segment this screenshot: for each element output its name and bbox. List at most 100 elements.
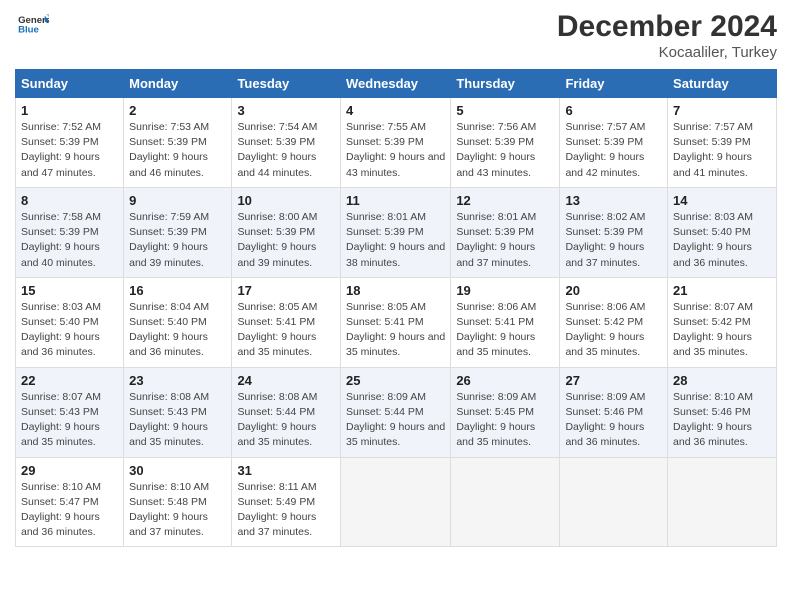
calendar-cell: 11 Sunrise: 8:01 AMSunset: 5:39 PMDayligh… <box>340 187 450 277</box>
logo: General Blue <box>15 10 49 47</box>
calendar-cell <box>340 457 450 547</box>
day-info: Sunrise: 8:11 AMSunset: 5:49 PMDaylight:… <box>237 480 335 541</box>
day-info: Sunrise: 8:03 AMSunset: 5:40 PMDaylight:… <box>673 210 771 271</box>
day-info: Sunrise: 7:57 AMSunset: 5:39 PMDaylight:… <box>565 120 662 181</box>
day-info: Sunrise: 8:07 AMSunset: 5:43 PMDaylight:… <box>21 390 118 451</box>
day-number: 4 <box>346 103 445 118</box>
col-header-thursday: Thursday <box>451 70 560 98</box>
day-number: 12 <box>456 193 554 208</box>
day-info: Sunrise: 8:01 AMSunset: 5:39 PMDaylight:… <box>456 210 554 271</box>
day-info: Sunrise: 8:06 AMSunset: 5:42 PMDaylight:… <box>565 300 662 361</box>
calendar-cell: 18Sunrise: 8:05 AMSunset: 5:41 PMDayligh… <box>340 277 450 367</box>
col-header-friday: Friday <box>560 70 668 98</box>
calendar-cell: 29 Sunrise: 8:10 AMSunset: 5:47 PMDayligh… <box>16 457 124 547</box>
day-info: Sunrise: 8:09 AMSunset: 5:44 PMDaylight:… <box>346 390 445 451</box>
day-info: Sunrise: 8:00 AMSunset: 5:39 PMDaylight:… <box>237 210 335 271</box>
day-info: Sunrise: 8:03 AMSunset: 5:40 PMDaylight:… <box>21 300 118 361</box>
day-info: Sunrise: 8:01 AMSunset: 5:39 PMDaylight:… <box>346 210 445 271</box>
day-number: 15 <box>21 283 118 298</box>
calendar-cell: 22 Sunrise: 8:07 AMSunset: 5:43 PMDayligh… <box>16 367 124 457</box>
day-info: Sunrise: 8:08 AMSunset: 5:43 PMDaylight:… <box>129 390 226 451</box>
col-header-tuesday: Tuesday <box>232 70 341 98</box>
calendar-week-row: 29 Sunrise: 8:10 AMSunset: 5:47 PMDayligh… <box>16 457 777 547</box>
day-info: Sunrise: 8:09 AMSunset: 5:45 PMDaylight:… <box>456 390 554 451</box>
day-number: 10 <box>237 193 335 208</box>
svg-text:Blue: Blue <box>18 25 39 36</box>
calendar-cell: 28 Sunrise: 8:10 AMSunset: 5:46 PMDayligh… <box>668 367 777 457</box>
calendar-cell: 30 Sunrise: 8:10 AMSunset: 5:48 PMDayligh… <box>124 457 232 547</box>
day-number: 6 <box>565 103 662 118</box>
day-info: Sunrise: 8:04 AMSunset: 5:40 PMDaylight:… <box>129 300 226 361</box>
day-info: Sunrise: 7:52 AMSunset: 5:39 PMDaylight:… <box>21 120 118 181</box>
calendar-cell: 8 Sunrise: 7:58 AMSunset: 5:39 PMDaylight… <box>16 187 124 277</box>
day-info: Sunrise: 8:10 AMSunset: 5:48 PMDaylight:… <box>129 480 226 541</box>
calendar-cell: 12 Sunrise: 8:01 AMSunset: 5:39 PMDayligh… <box>451 187 560 277</box>
day-number: 27 <box>565 373 662 388</box>
day-info: Sunrise: 8:10 AMSunset: 5:46 PMDaylight:… <box>673 390 771 451</box>
day-number: 21 <box>673 283 771 298</box>
calendar-cell: 16 Sunrise: 8:04 AMSunset: 5:40 PMDayligh… <box>124 277 232 367</box>
calendar-table: SundayMondayTuesdayWednesdayThursdayFrid… <box>15 69 777 547</box>
day-number: 13 <box>565 193 662 208</box>
calendar-cell: 17Sunrise: 8:05 AMSunset: 5:41 PMDayligh… <box>232 277 341 367</box>
day-info: Sunrise: 8:05 AMSunset: 5:41 PMDaylight:… <box>346 300 445 361</box>
location-subtitle: Kocaaliler, Turkey <box>557 44 777 61</box>
day-info: Sunrise: 7:59 AMSunset: 5:39 PMDaylight:… <box>129 210 226 271</box>
day-info: Sunrise: 8:10 AMSunset: 5:47 PMDaylight:… <box>21 480 118 541</box>
calendar-cell: 20 Sunrise: 8:06 AMSunset: 5:42 PMDayligh… <box>560 277 668 367</box>
calendar-week-row: 8 Sunrise: 7:58 AMSunset: 5:39 PMDaylight… <box>16 187 777 277</box>
calendar-cell <box>668 457 777 547</box>
calendar-cell: 24Sunrise: 8:08 AMSunset: 5:44 PMDayligh… <box>232 367 341 457</box>
calendar-cell: 14Sunrise: 8:03 AMSunset: 5:40 PMDayligh… <box>668 187 777 277</box>
day-number: 8 <box>21 193 118 208</box>
day-number: 31 <box>237 463 335 478</box>
calendar-week-row: 22 Sunrise: 8:07 AMSunset: 5:43 PMDayligh… <box>16 367 777 457</box>
day-number: 3 <box>237 103 335 118</box>
calendar-cell: 2Sunrise: 7:53 AMSunset: 5:39 PMDaylight… <box>124 98 232 188</box>
calendar-cell: 19Sunrise: 8:06 AMSunset: 5:41 PMDayligh… <box>451 277 560 367</box>
day-info: Sunrise: 7:56 AMSunset: 5:39 PMDaylight:… <box>456 120 554 181</box>
calendar-cell: 26Sunrise: 8:09 AMSunset: 5:45 PMDayligh… <box>451 367 560 457</box>
calendar-header: SundayMondayTuesdayWednesdayThursdayFrid… <box>16 70 777 98</box>
calendar-cell: 10 Sunrise: 8:00 AMSunset: 5:39 PMDayligh… <box>232 187 341 277</box>
calendar-week-row: 15 Sunrise: 8:03 AMSunset: 5:40 PMDayligh… <box>16 277 777 367</box>
day-number: 23 <box>129 373 226 388</box>
day-number: 2 <box>129 103 226 118</box>
day-info: Sunrise: 8:05 AMSunset: 5:41 PMDaylight:… <box>237 300 335 361</box>
day-number: 30 <box>129 463 226 478</box>
day-number: 11 <box>346 193 445 208</box>
col-header-saturday: Saturday <box>668 70 777 98</box>
calendar-cell: 6 Sunrise: 7:57 AMSunset: 5:39 PMDaylight… <box>560 98 668 188</box>
day-info: Sunrise: 7:57 AMSunset: 5:39 PMDaylight:… <box>673 120 771 181</box>
day-info: Sunrise: 8:09 AMSunset: 5:46 PMDaylight:… <box>565 390 662 451</box>
day-number: 20 <box>565 283 662 298</box>
calendar-cell <box>451 457 560 547</box>
day-info: Sunrise: 8:02 AMSunset: 5:39 PMDaylight:… <box>565 210 662 271</box>
day-number: 7 <box>673 103 771 118</box>
calendar-week-row: 1Sunrise: 7:52 AMSunset: 5:39 PMDaylight… <box>16 98 777 188</box>
calendar-cell: 27 Sunrise: 8:09 AMSunset: 5:46 PMDayligh… <box>560 367 668 457</box>
calendar-cell: 25Sunrise: 8:09 AMSunset: 5:44 PMDayligh… <box>340 367 450 457</box>
calendar-cell: 21Sunrise: 8:07 AMSunset: 5:42 PMDayligh… <box>668 277 777 367</box>
day-info: Sunrise: 7:58 AMSunset: 5:39 PMDaylight:… <box>21 210 118 271</box>
day-number: 29 <box>21 463 118 478</box>
calendar-cell: 13 Sunrise: 8:02 AMSunset: 5:39 PMDayligh… <box>560 187 668 277</box>
day-number: 5 <box>456 103 554 118</box>
day-info: Sunrise: 7:55 AMSunset: 5:39 PMDaylight:… <box>346 120 445 181</box>
day-number: 22 <box>21 373 118 388</box>
day-number: 16 <box>129 283 226 298</box>
title-block: December 2024 Kocaaliler, Turkey <box>557 10 777 61</box>
calendar-cell: 15 Sunrise: 8:03 AMSunset: 5:40 PMDayligh… <box>16 277 124 367</box>
page-title: December 2024 <box>557 10 777 44</box>
page-header: General Blue December 2024 Kocaaliler, T… <box>15 10 777 61</box>
day-info: Sunrise: 7:54 AMSunset: 5:39 PMDaylight:… <box>237 120 335 181</box>
col-header-monday: Monday <box>124 70 232 98</box>
calendar-cell: 9Sunrise: 7:59 AMSunset: 5:39 PMDaylight… <box>124 187 232 277</box>
day-number: 19 <box>456 283 554 298</box>
day-number: 28 <box>673 373 771 388</box>
calendar-cell <box>560 457 668 547</box>
col-header-sunday: Sunday <box>16 70 124 98</box>
day-number: 24 <box>237 373 335 388</box>
calendar-cell: 31 Sunrise: 8:11 AMSunset: 5:49 PMDayligh… <box>232 457 341 547</box>
calendar-cell: 1Sunrise: 7:52 AMSunset: 5:39 PMDaylight… <box>16 98 124 188</box>
